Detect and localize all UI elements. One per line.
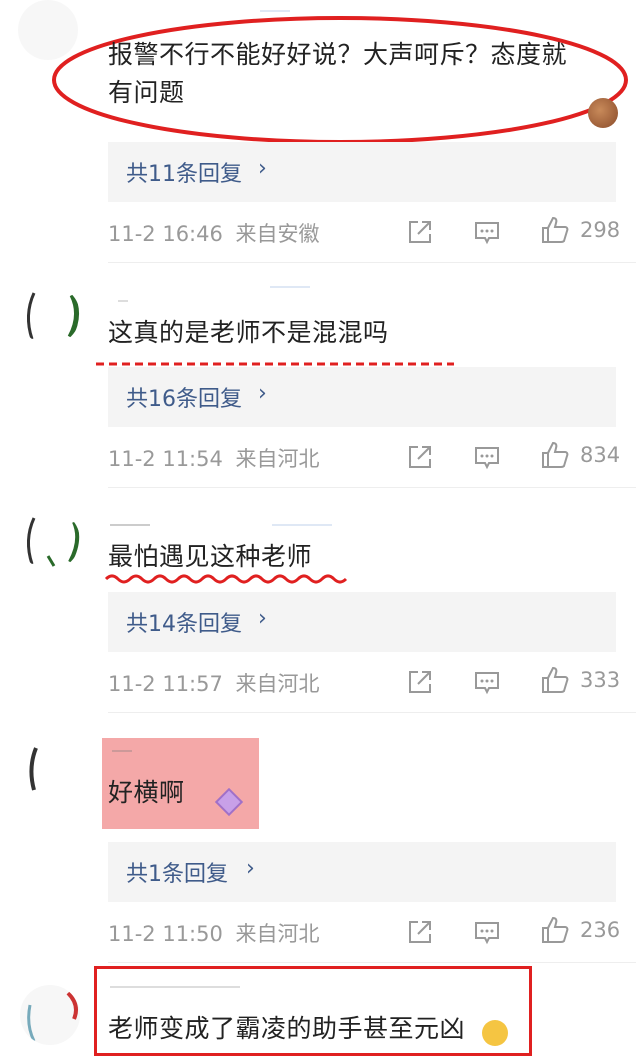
comment-location: 来自安徽 <box>235 222 320 246</box>
divider <box>108 487 636 488</box>
divider <box>108 262 636 263</box>
chevron-right-icon: › <box>258 381 267 406</box>
comment-meta: 11-2 11:54 来自河北 <box>108 443 320 473</box>
comment-text: 最怕遇见这种老师 <box>108 542 313 571</box>
like-count: 834 <box>580 443 621 467</box>
emoji-icon <box>482 1020 508 1046</box>
thumbs-up-icon[interactable] <box>540 440 570 470</box>
chevron-right-icon: › <box>258 156 267 181</box>
thumbs-up-icon[interactable] <box>540 915 570 945</box>
username-blur <box>118 300 128 302</box>
comment-meta: 11-2 16:46 来自安徽 <box>108 218 320 248</box>
avatar[interactable] <box>20 985 80 1045</box>
avatar[interactable] <box>20 510 80 570</box>
comment-meta: 11-2 11:50 来自河北 <box>108 918 320 948</box>
emoji-sticker <box>214 788 244 817</box>
comment-location: 来自河北 <box>235 447 320 471</box>
like-count: 333 <box>580 668 621 692</box>
share-icon[interactable] <box>405 217 435 247</box>
avatar-image <box>27 991 78 1042</box>
username-blur <box>270 286 310 288</box>
divider <box>108 962 636 963</box>
comment-location: 来自河北 <box>235 922 320 946</box>
comment-text: 老师变成了霸凌的助手甚至元凶 <box>108 1014 466 1043</box>
comment-icon[interactable] <box>472 442 502 472</box>
avatar[interactable] <box>20 738 80 798</box>
avatar-image <box>27 292 79 340</box>
comment-icon[interactable] <box>472 917 502 947</box>
divider <box>108 712 636 713</box>
thumbs-up-icon[interactable] <box>540 215 570 245</box>
like-count: 298 <box>580 218 621 242</box>
comment-meta: 11-2 11:57 来自河北 <box>108 668 320 698</box>
replies-link[interactable]: 共1条回复 › <box>108 842 616 902</box>
replies-label: 共11条回复 <box>126 162 242 187</box>
red-wavy-underline <box>104 574 348 584</box>
replies-label: 共16条回复 <box>126 387 242 412</box>
comment-text-line: 有问题 <box>108 78 185 107</box>
username-blur <box>112 750 132 752</box>
replies-link[interactable]: 共16条回复 › <box>108 367 616 427</box>
like-count: 236 <box>580 918 621 942</box>
replies-label: 共14条回复 <box>126 612 242 637</box>
replies-link[interactable]: 共11条回复 › <box>108 142 616 202</box>
replies-link[interactable]: 共14条回复 › <box>108 592 616 652</box>
thumbs-up-icon[interactable] <box>540 665 570 695</box>
comment-date: 11-2 11:50 <box>108 922 223 946</box>
comment-date: 11-2 11:57 <box>108 672 223 696</box>
avatar[interactable] <box>20 285 80 345</box>
username-blur <box>110 986 240 988</box>
comment-text-line: 报警不行不能好好说？大声呵斥？态度就 <box>108 40 568 69</box>
comment-icon[interactable] <box>472 217 502 247</box>
comment-text: 好横啊 <box>108 778 185 807</box>
comment-icon[interactable] <box>472 667 502 697</box>
comment-text: 这真的是老师不是混混吗 <box>108 318 389 347</box>
comment-location: 来自河北 <box>235 672 320 696</box>
share-icon[interactable] <box>405 442 435 472</box>
username-blur <box>272 524 332 526</box>
avatar-image <box>29 747 38 791</box>
username-blur <box>110 524 150 526</box>
share-icon[interactable] <box>405 917 435 947</box>
replies-label: 共1条回复 <box>126 862 228 887</box>
chevron-right-icon: › <box>258 606 267 631</box>
comment-date: 11-2 11:54 <box>108 447 223 471</box>
chevron-right-icon: › <box>246 856 255 881</box>
share-icon[interactable] <box>405 667 435 697</box>
comment-date: 11-2 16:46 <box>108 222 223 246</box>
comment-text: 报警不行不能好好说？大声呵斥？态度就 有问题 <box>108 36 608 112</box>
avatar-image <box>27 517 80 567</box>
